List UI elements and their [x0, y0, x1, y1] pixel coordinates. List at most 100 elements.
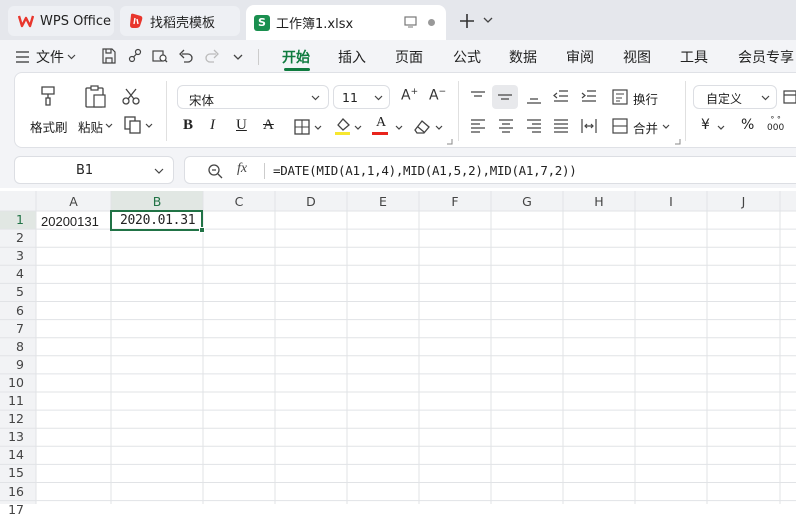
bold-icon[interactable]: B	[183, 117, 193, 134]
percent-button[interactable]: %	[741, 117, 754, 133]
row-header[interactable]: 3	[0, 248, 24, 263]
font-color-chevron-icon[interactable]	[395, 125, 403, 131]
tab-template[interactable]: 找稻壳模板	[120, 6, 240, 36]
formula-input[interactable]: =DATE(MID(A1,1,4),MID(A1,5,2),MID(A1,7,2…	[273, 163, 577, 178]
row-header[interactable]: 9	[0, 357, 24, 372]
ribbon-tab-view[interactable]: 视图	[623, 47, 651, 67]
quick-access-chevron-icon[interactable]	[233, 54, 243, 61]
font-size-select[interactable]: 11	[333, 85, 390, 109]
tab-wps-office[interactable]: WPS Office	[8, 6, 114, 36]
distributed-align-icon[interactable]	[581, 118, 597, 134]
currency-chevron-icon[interactable]	[717, 125, 725, 131]
align-right-icon[interactable]	[526, 119, 542, 133]
merge-chevron-icon[interactable]	[662, 124, 670, 130]
column-header[interactable]: H	[563, 194, 635, 209]
column-header[interactable]: G	[491, 194, 563, 209]
selected-cell-b1[interactable]: 2020.01.31	[110, 210, 205, 233]
file-menu-chevron-icon[interactable]	[67, 54, 76, 60]
cell-a1[interactable]: 20200131	[41, 214, 99, 229]
column-header[interactable]: F	[419, 194, 491, 209]
column-header[interactable]: J	[707, 194, 780, 209]
ribbon-tab-insert[interactable]: 插入	[338, 47, 366, 67]
align-left-icon[interactable]	[470, 119, 486, 133]
row-header[interactable]: 4	[0, 266, 24, 281]
align-center-icon[interactable]	[498, 119, 514, 133]
merge-label[interactable]: 合并	[633, 118, 658, 137]
clear-format-chevron-icon[interactable]	[435, 125, 443, 131]
column-header[interactable]: I	[635, 194, 707, 209]
fill-color-chevron-icon[interactable]	[354, 125, 362, 131]
spreadsheet-grid[interactable]: ABCDEFGHIJ 1 2 3 4 5 6 7 8 9 10 11 12 13 14 15 16 17 202…	[0, 188, 796, 517]
screen-icon[interactable]	[404, 16, 418, 28]
ribbon-tab-member[interactable]: 会员专享	[738, 47, 794, 67]
justify-icon[interactable]	[553, 119, 569, 133]
row-header[interactable]: 5	[0, 284, 24, 299]
column-header[interactable]: D	[275, 194, 347, 209]
column-header[interactable]: E	[347, 194, 419, 209]
ribbon-tab-home[interactable]: 开始	[282, 47, 310, 67]
ribbon-tab-tools[interactable]: 工具	[680, 47, 708, 67]
row-header[interactable]: 8	[0, 339, 24, 354]
zoom-icon[interactable]	[207, 163, 223, 179]
decrease-indent-icon[interactable]	[553, 90, 569, 104]
merge-icon[interactable]	[612, 118, 628, 134]
undo-icon[interactable]	[178, 49, 194, 63]
column-header[interactable]: C	[203, 194, 275, 209]
font-color-icon[interactable]: A	[376, 115, 386, 131]
new-tab-button[interactable]	[458, 12, 476, 30]
share-icon[interactable]	[128, 48, 142, 64]
row-header[interactable]: 11	[0, 393, 24, 408]
ribbon-tab-formula[interactable]: 公式	[453, 47, 481, 67]
tab-workbook[interactable]: S 工作簿1.xlsx	[246, 5, 446, 40]
name-box[interactable]: B1	[14, 156, 174, 184]
ribbon-tab-review[interactable]: 审阅	[566, 47, 594, 67]
clear-format-icon[interactable]	[414, 119, 432, 135]
wrap-text-icon[interactable]	[612, 89, 628, 105]
strikethrough-icon[interactable]: A	[263, 117, 274, 134]
ribbon-tab-page[interactable]: 页面	[395, 47, 423, 67]
row-header[interactable]: 10	[0, 375, 24, 390]
fill-handle[interactable]	[199, 227, 205, 233]
underline-icon[interactable]: U	[236, 117, 247, 134]
align-middle-button[interactable]	[492, 85, 518, 109]
save-icon[interactable]	[102, 48, 116, 64]
paste-chevron-icon[interactable]	[105, 123, 113, 129]
font-dialog-launcher-icon[interactable]	[447, 139, 453, 145]
print-preview-icon[interactable]	[152, 48, 168, 64]
row-header[interactable]: 14	[0, 447, 24, 462]
fill-color-icon[interactable]	[334, 116, 352, 136]
row-header[interactable]: 2	[0, 230, 24, 245]
format-painter-icon[interactable]	[38, 85, 60, 107]
wrap-text-label[interactable]: 换行	[633, 89, 658, 108]
paste-icon[interactable]	[84, 85, 108, 109]
thousands-separator-button[interactable]: ° ° 000	[767, 115, 784, 133]
file-menu[interactable]: 文件	[36, 47, 64, 67]
row-header[interactable]: 6	[0, 303, 24, 318]
decrease-font-icon[interactable]: A−	[429, 87, 446, 104]
align-top-icon[interactable]	[470, 91, 486, 105]
italic-icon[interactable]: I	[210, 117, 215, 134]
number-format-select[interactable]: 自定义	[693, 85, 777, 109]
format-painter-label[interactable]: 格式刷	[30, 117, 68, 136]
borders-chevron-icon[interactable]	[314, 125, 322, 131]
unsaved-dot-icon[interactable]	[428, 19, 435, 26]
copy-icon[interactable]	[124, 116, 142, 134]
redo-icon[interactable]	[204, 49, 220, 63]
font-name-select[interactable]: 宋体	[177, 85, 329, 109]
column-header[interactable]: B	[111, 194, 203, 209]
align-dialog-launcher-icon[interactable]	[675, 139, 681, 145]
increase-font-icon[interactable]: A+	[401, 87, 418, 104]
ribbon-tab-data[interactable]: 数据	[509, 47, 537, 67]
borders-icon[interactable]	[294, 119, 310, 135]
conditional-format-icon[interactable]	[783, 90, 796, 104]
row-header[interactable]: 13	[0, 429, 24, 444]
tab-list-chevron-icon[interactable]	[483, 17, 493, 25]
paste-label[interactable]: 粘贴	[78, 117, 103, 136]
hamburger-menu-icon[interactable]	[16, 51, 30, 63]
cut-icon[interactable]	[122, 88, 140, 106]
align-bottom-icon[interactable]	[526, 91, 542, 105]
currency-button[interactable]: ¥	[701, 117, 710, 133]
fx-icon[interactable]: fx	[237, 161, 247, 177]
increase-indent-icon[interactable]	[581, 90, 597, 104]
row-header[interactable]: 16	[0, 484, 24, 499]
